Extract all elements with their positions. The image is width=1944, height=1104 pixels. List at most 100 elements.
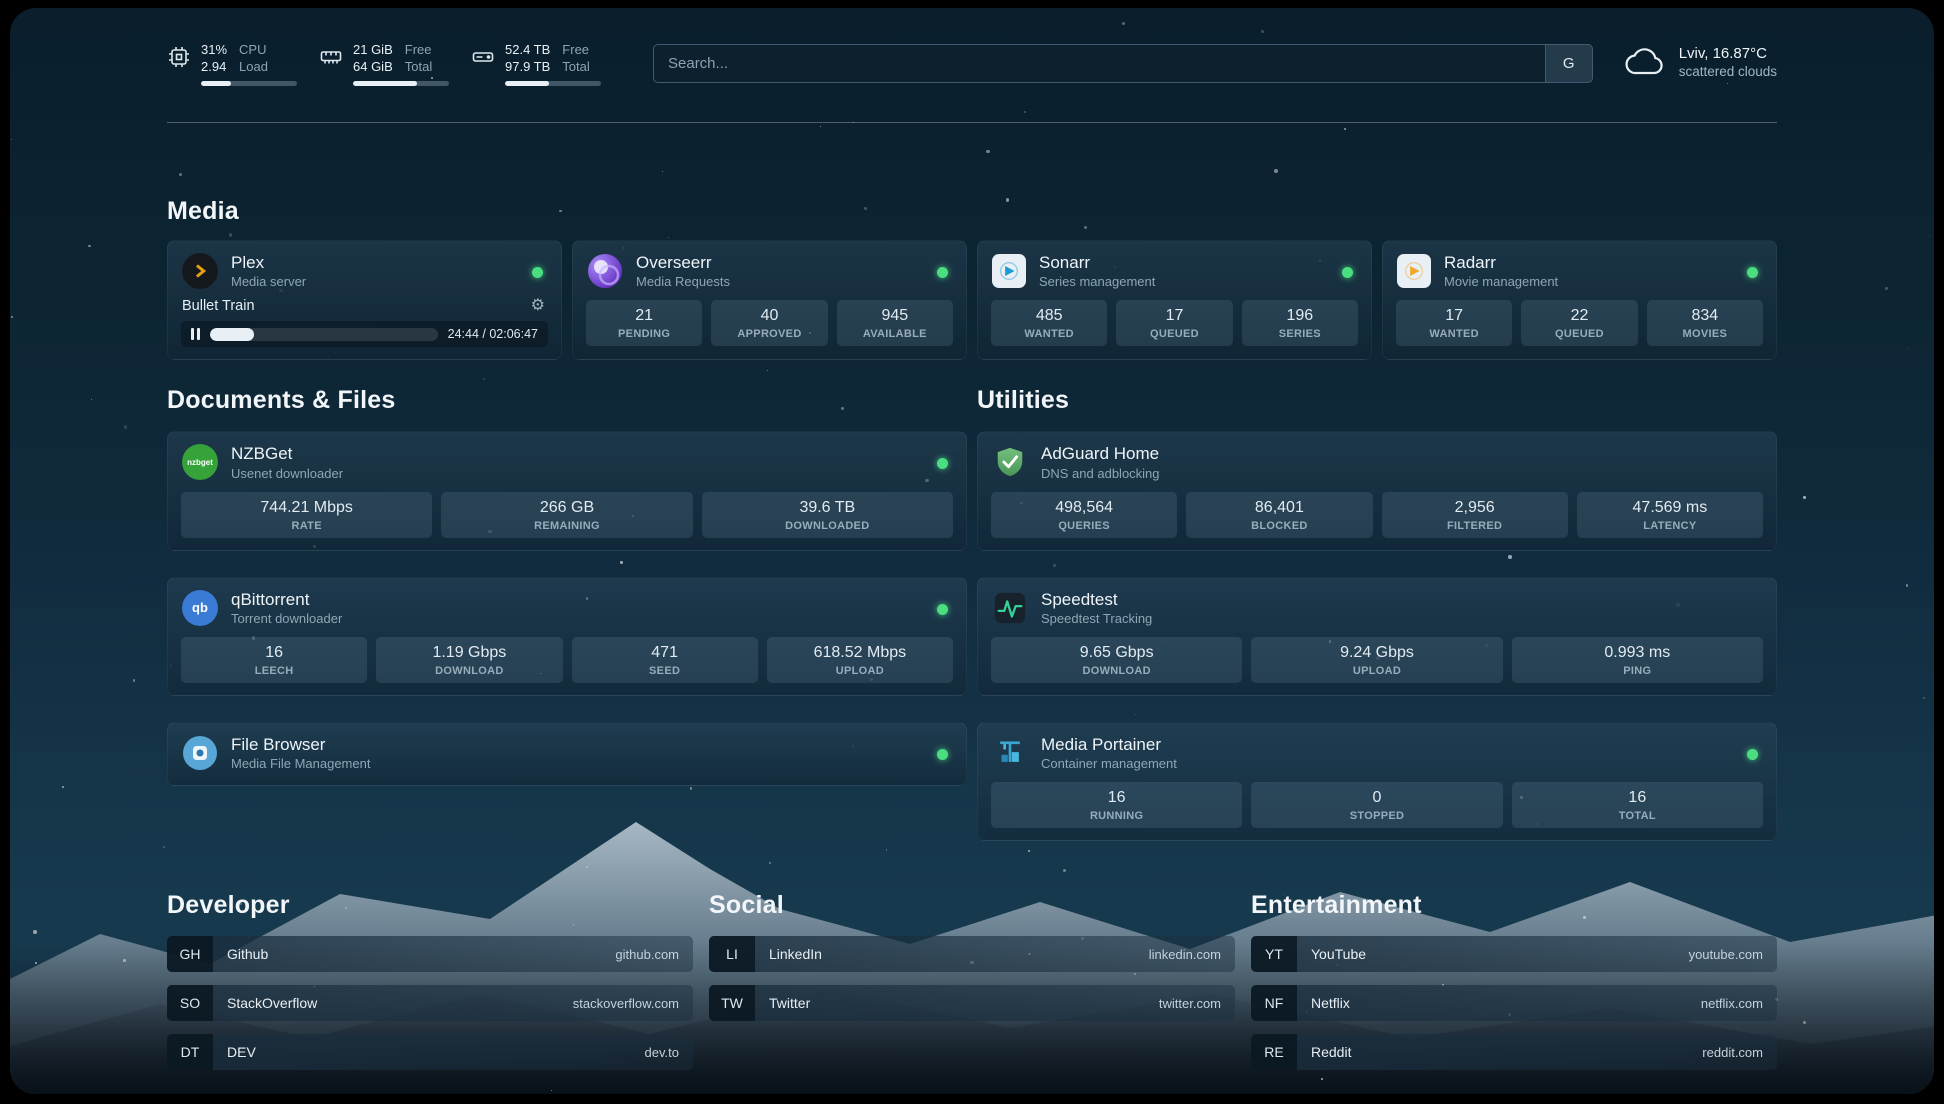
portainer-icon bbox=[992, 735, 1028, 771]
stat-value: 498,564 bbox=[995, 499, 1173, 517]
bookmark-abbr: RE bbox=[1251, 1034, 1297, 1070]
bookmark-twitter[interactable]: TW Twitter twitter.com bbox=[709, 985, 1235, 1021]
snow-flake bbox=[1122, 22, 1125, 25]
service-card-nzbget[interactable]: nzbget NZBGet Usenet downloader 7 bbox=[167, 431, 967, 550]
bookmark-url: reddit.com bbox=[1702, 1045, 1763, 1060]
stat-label: DOWNLOAD bbox=[995, 665, 1238, 677]
bookmark-url: netflix.com bbox=[1701, 996, 1763, 1011]
stat-label: BLOCKED bbox=[1190, 520, 1368, 532]
dashboard-frame: 31% 2.94 CPU Load bbox=[10, 8, 1934, 1094]
stat-movies: 834 MOVIES bbox=[1647, 300, 1763, 346]
stat-series: 196 SERIES bbox=[1242, 300, 1358, 346]
now-playing-progress: 24:44 / 02:06:47 bbox=[181, 321, 548, 347]
bookmark-group-developer: Developer GH Github github.com SO StackO… bbox=[167, 891, 693, 1070]
service-name: Overseerr bbox=[636, 253, 730, 273]
now-playing-title: Bullet Train bbox=[182, 298, 255, 314]
search-bar[interactable]: G bbox=[653, 44, 1593, 83]
stat-value: 21 bbox=[590, 307, 698, 325]
bookmark-name: DEV bbox=[227, 1044, 256, 1060]
service-card-qbittorrent[interactable]: qb qBittorrent Torrent downloader bbox=[167, 577, 967, 696]
stat-value: 39.6 TB bbox=[706, 499, 949, 517]
playback-time: 24:44 / 02:06:47 bbox=[448, 327, 538, 341]
gear-icon[interactable]: ⚙ bbox=[531, 298, 545, 314]
bookmark-reddit[interactable]: RE Reddit reddit.com bbox=[1251, 1034, 1777, 1070]
middle-columns: Documents & Files nzbget NZBGet Usenet d… bbox=[167, 386, 1777, 841]
bookmark-url: github.com bbox=[615, 947, 679, 962]
bookmarks-grid: Developer GH Github github.com SO StackO… bbox=[167, 891, 1777, 1070]
bookmark-abbr: NF bbox=[1251, 985, 1297, 1021]
stat-approved: 40 APPROVED bbox=[711, 300, 827, 346]
stat-value: 16 bbox=[185, 644, 363, 662]
service-card-adguard[interactable]: AdGuard Home DNS and adblocking 498,564 … bbox=[977, 431, 1777, 550]
weather-location: Lviv, 16.87°C bbox=[1679, 44, 1777, 64]
stat-label: AVAILABLE bbox=[841, 328, 949, 340]
disk-widget-body: 52.4 TB 97.9 TB Free Total bbox=[505, 42, 601, 86]
bookmark-abbr: GH bbox=[167, 936, 213, 972]
bookmark-abbr: DT bbox=[167, 1034, 213, 1070]
disk-free-value: 52.4 TB bbox=[505, 42, 550, 59]
bookmark-group-entertainment: Entertainment YT YouTube youtube.com NF … bbox=[1251, 891, 1777, 1070]
stat-label: QUERIES bbox=[995, 520, 1173, 532]
stat-label: LEECH bbox=[185, 665, 363, 677]
search-provider-button[interactable]: G bbox=[1545, 45, 1592, 82]
bookmark-linkedin[interactable]: LI LinkedIn linkedin.com bbox=[709, 936, 1235, 972]
service-card-sonarr[interactable]: Sonarr Series management 485 WANTED 17 Q… bbox=[977, 240, 1372, 360]
stat-label: WANTED bbox=[1400, 328, 1508, 340]
stat-value: 744.21 Mbps bbox=[185, 499, 428, 517]
service-card-portainer[interactable]: Media Portainer Container management 16 … bbox=[977, 722, 1777, 841]
cpu-load-label: Load bbox=[239, 59, 268, 76]
service-card-speedtest[interactable]: Speedtest Speedtest Tracking 9.65 Gbps D… bbox=[977, 577, 1777, 696]
nzbget-icon-text: nzbget bbox=[187, 458, 213, 467]
bookmark-youtube[interactable]: YT YouTube youtube.com bbox=[1251, 936, 1777, 972]
bookmark-stackoverflow[interactable]: SO StackOverflow stackoverflow.com bbox=[167, 985, 693, 1021]
service-card-overseerr[interactable]: Overseerr Media Requests 21 PENDING 40 A… bbox=[572, 240, 967, 360]
search-input[interactable] bbox=[654, 45, 1545, 82]
stat-queries: 498,564 QUERIES bbox=[991, 492, 1177, 538]
disk-total-label: Total bbox=[562, 59, 589, 76]
status-dot bbox=[1342, 267, 1353, 278]
disk-total-value: 97.9 TB bbox=[505, 59, 550, 76]
memory-free-value: 21 GiB bbox=[353, 42, 393, 59]
stat-downloaded: 39.6 TB DOWNLOADED bbox=[702, 492, 953, 538]
service-description: Torrent downloader bbox=[231, 611, 342, 626]
stat-value: 17 bbox=[1120, 307, 1228, 325]
stat-pending: 21 PENDING bbox=[586, 300, 702, 346]
section-title-social: Social bbox=[709, 891, 1235, 920]
snow-flake bbox=[1261, 30, 1264, 33]
stat-upload: 618.52 Mbps UPLOAD bbox=[767, 637, 953, 683]
service-card-filebrowser[interactable]: File Browser Media File Management bbox=[167, 722, 967, 786]
stat-value: 266 GB bbox=[445, 499, 688, 517]
status-dot bbox=[937, 749, 948, 760]
stat-value: 47.569 ms bbox=[1581, 499, 1759, 517]
bookmark-url: youtube.com bbox=[1689, 947, 1763, 962]
stat-download: 9.65 Gbps DOWNLOAD bbox=[991, 637, 1242, 683]
service-card-plex[interactable]: Plex Media server Bullet Train ⚙ 24:44 /… bbox=[167, 240, 562, 360]
header-divider bbox=[167, 122, 1777, 123]
service-description: Speedtest Tracking bbox=[1041, 611, 1152, 626]
stat-filtered: 2,956 FILTERED bbox=[1382, 492, 1568, 538]
bookmark-name: Reddit bbox=[1311, 1044, 1351, 1060]
section-title-developer: Developer bbox=[167, 891, 693, 920]
stat-value: 2,956 bbox=[1386, 499, 1564, 517]
stat-leech: 16 LEECH bbox=[181, 637, 367, 683]
service-description: Usenet downloader bbox=[231, 466, 343, 481]
radarr-icon bbox=[1397, 254, 1431, 288]
bookmark-dev[interactable]: DT DEV dev.to bbox=[167, 1034, 693, 1070]
memory-widget-body: 21 GiB 64 GiB Free Total bbox=[353, 42, 449, 86]
bookmark-github[interactable]: GH Github github.com bbox=[167, 936, 693, 972]
disk-icon bbox=[471, 45, 495, 69]
dashboard-page: 31% 2.94 CPU Load bbox=[0, 0, 1944, 1104]
stat-value: 485 bbox=[995, 307, 1103, 325]
stat-wanted: 485 WANTED bbox=[991, 300, 1107, 346]
service-description: Media File Management bbox=[231, 756, 370, 771]
bookmark-url: twitter.com bbox=[1159, 996, 1221, 1011]
service-card-radarr[interactable]: Radarr Movie management 17 WANTED 22 QUE… bbox=[1382, 240, 1777, 360]
weather-text: Lviv, 16.87°C scattered clouds bbox=[1679, 44, 1777, 79]
stat-queued: 17 QUEUED bbox=[1116, 300, 1232, 346]
adguard-icon bbox=[992, 444, 1028, 480]
service-name: AdGuard Home bbox=[1041, 444, 1160, 464]
stat-label: UPLOAD bbox=[1255, 665, 1498, 677]
bookmark-netflix[interactable]: NF Netflix netflix.com bbox=[1251, 985, 1777, 1021]
memory-widget: 21 GiB 64 GiB Free Total bbox=[319, 42, 449, 86]
stat-seed: 471 SEED bbox=[572, 637, 758, 683]
